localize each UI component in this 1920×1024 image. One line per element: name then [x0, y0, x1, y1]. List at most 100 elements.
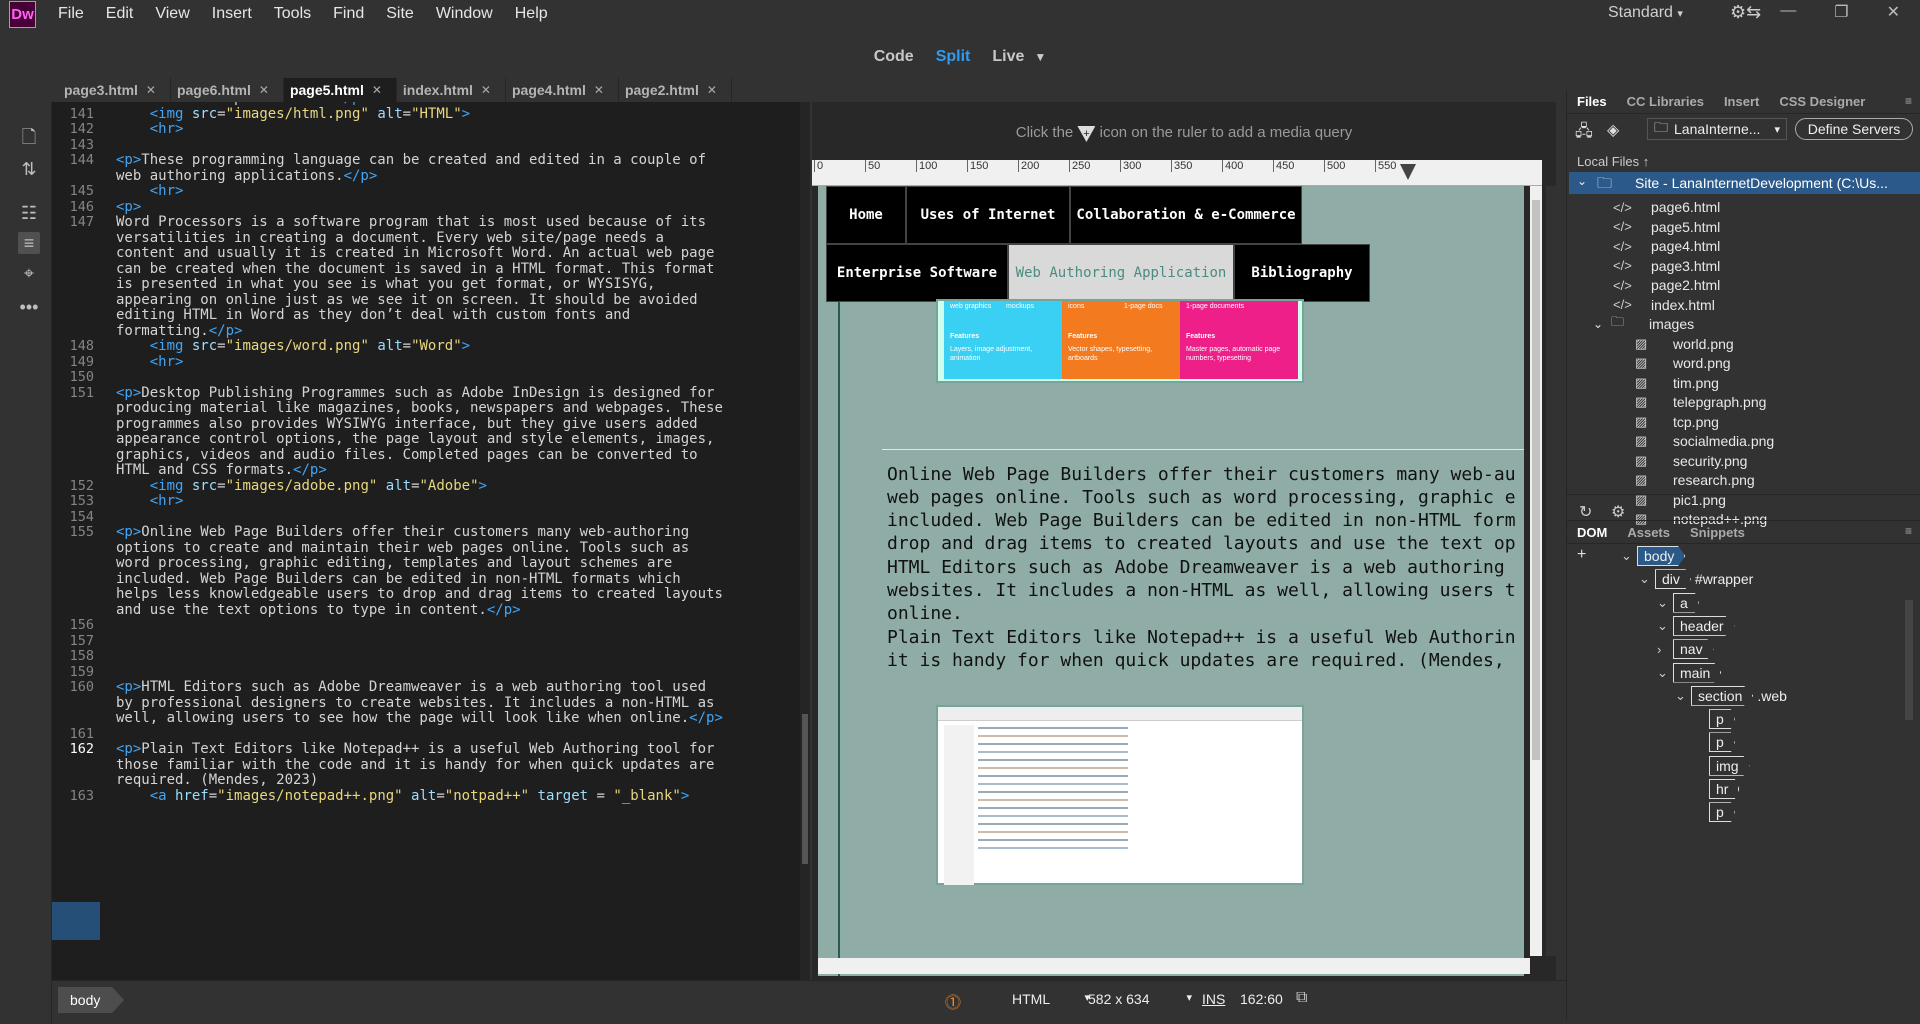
close-tab-icon[interactable]: ✕ [146, 83, 156, 97]
code-line[interactable]: Word Processors is a software program th… [116, 214, 706, 230]
local-files-header[interactable]: Local Files ↑ [1577, 154, 1649, 169]
more-tools-icon[interactable]: ••• [18, 296, 40, 318]
code-line[interactable]: <p> [116, 199, 141, 215]
code-format-icon[interactable]: ☷ [18, 202, 40, 224]
code-line[interactable]: producing material like magazines, books… [116, 400, 723, 416]
preview-icon[interactable]: ⧉ [1296, 989, 1307, 1007]
dom-node-main[interactable]: ⌄ main [1657, 662, 1722, 684]
wrap-icon[interactable]: ≡ [18, 232, 40, 254]
connect-server-icon[interactable]: 🖧 [1575, 120, 1593, 147]
refresh-icon[interactable]: ↻ [1579, 502, 1592, 522]
dom-node-body[interactable]: ⌄ body [1621, 545, 1686, 567]
tab-page3[interactable]: page3.html ✕ [58, 78, 171, 102]
code-line[interactable]: <hr> [116, 183, 184, 199]
code-line[interactable]: word processing, graphic editing, templa… [116, 555, 672, 571]
code-line[interactable]: <img src="images/html.png" alt="HTML"> [116, 106, 470, 122]
insert-mode[interactable]: INS [1202, 991, 1225, 1007]
code-line[interactable]: formatting.</p> [116, 323, 242, 339]
tab-index[interactable]: index.html ✕ [396, 78, 506, 102]
live-dropdown-icon[interactable]: ▼ [1034, 50, 1046, 64]
menu-site[interactable]: Site [386, 5, 414, 23]
close-tab-icon[interactable]: ✕ [259, 83, 269, 97]
tab-page5[interactable]: page5.html ✕ [283, 78, 397, 102]
code-line[interactable]: options to create and maintain their web… [116, 540, 689, 556]
code-line[interactable]: and use the text options to type in cont… [116, 602, 521, 618]
site-root-row[interactable]: ⌄ 🗀 Site - LanaInternetDevelopment (C:\U… [1569, 172, 1920, 194]
code-view-button[interactable]: Code [874, 48, 914, 66]
code-line[interactable]: appearance control options, the page lay… [116, 431, 714, 447]
panel-tab-snippets[interactable]: Snippets [1690, 525, 1745, 540]
close-tab-icon[interactable]: ✕ [707, 83, 717, 97]
dom-panel-menu-icon[interactable]: ≡ [1905, 524, 1912, 538]
dom-scrollbar[interactable] [1905, 600, 1913, 720]
design-scrollbar[interactable] [1530, 186, 1542, 956]
file-transfer-icon[interactable]: ⇅ [18, 158, 40, 180]
window-size-select[interactable]: 582 x 634 ▾ [1088, 991, 1192, 1007]
code-line[interactable]: appearing on online just as we see it on… [116, 292, 698, 308]
close-tab-icon[interactable]: ✕ [481, 83, 491, 97]
menu-view[interactable]: View [155, 5, 189, 23]
git-icon[interactable]: ◈ [1607, 120, 1619, 140]
code-line[interactable]: <img src="images/adobe.png" alt="Adobe"> [116, 478, 487, 494]
split-view-button[interactable]: Split [936, 48, 971, 66]
code-line[interactable]: <hr> [116, 354, 184, 370]
panel-tab-cc-libraries[interactable]: CC Libraries [1627, 94, 1704, 109]
code-line[interactable]: those familiar with the code and it is h… [116, 757, 714, 773]
nav-enterprise-software[interactable]: Enterprise Software [826, 244, 1008, 302]
code-line[interactable]: <p>These programming language can be cre… [116, 152, 706, 168]
menu-window[interactable]: Window [436, 5, 493, 23]
target-icon[interactable]: ⌖ [18, 262, 40, 284]
code-line[interactable]: programmes also provides WYSIWYG interfa… [116, 416, 698, 432]
minimize-icon[interactable]: — [1780, 2, 1796, 22]
menu-tools[interactable]: Tools [274, 5, 311, 23]
code-line[interactable]: HTML and CSS formats.</p> [116, 462, 327, 478]
code-line[interactable]: helps less knowledgeable users to drop a… [116, 586, 723, 602]
expand-icon[interactable]: ⌄ [1657, 665, 1673, 681]
code-line[interactable]: <p>HTML Editors such as Adobe Dreamweave… [116, 679, 706, 695]
dom-node-p[interactable]: p [1693, 708, 1735, 730]
tab-page6[interactable]: page6.html ✕ [170, 78, 284, 102]
dom-node-nav[interactable]: › nav [1657, 638, 1714, 660]
menu-file[interactable]: File [58, 5, 84, 23]
panel-tab-files[interactable]: Files [1577, 94, 1607, 109]
expand-icon[interactable]: ⌄ [1639, 571, 1655, 587]
nav-collaboration-e-commerce[interactable]: Collaboration & e-Commerce [1070, 186, 1302, 244]
code-scroll-thumb[interactable] [802, 714, 808, 864]
open-document-icon[interactable]: 🗋 [18, 126, 40, 148]
site-manage-icon[interactable]: ⚙ [1611, 502, 1625, 522]
expand-icon[interactable]: ⌄ [1657, 618, 1673, 634]
dom-node-p[interactable]: p [1693, 801, 1735, 823]
dom-node-header[interactable]: ⌄ header [1657, 615, 1735, 637]
tab-page4[interactable]: page4.html ✕ [505, 78, 619, 102]
expand-icon[interactable]: ⌄ [1675, 688, 1691, 704]
panel-tab-dom[interactable]: DOM [1577, 525, 1607, 540]
design-hscrollbar[interactable] [818, 958, 1530, 974]
dom-node-section[interactable]: ⌄ section .web [1675, 685, 1787, 707]
code-line[interactable]: <hr> [116, 493, 184, 509]
expand-icon[interactable]: ⌄ [1621, 548, 1637, 564]
dom-node-div[interactable]: ⌄ div #wrapper [1639, 568, 1753, 590]
code-line[interactable]: graphics, videos and audio files. Comple… [116, 447, 698, 463]
nav-web-authoring-application[interactable]: Web Authoring Application [1008, 244, 1234, 302]
code-line[interactable]: <a href="images/notepad++.png" alt="notp… [116, 788, 690, 804]
media-query-handle-icon[interactable] [1400, 164, 1416, 180]
code-line[interactable]: editing HTML in Word as they don’t deal … [116, 307, 630, 323]
nav-bibliography[interactable]: Bibliography [1234, 244, 1370, 302]
panel-tab-assets[interactable]: Assets [1627, 525, 1670, 540]
dom-node-hr[interactable]: hr [1693, 778, 1740, 800]
close-tab-icon[interactable]: ✕ [372, 83, 382, 97]
panel-tab-insert[interactable]: Insert [1724, 94, 1759, 109]
close-tab-icon[interactable]: ✕ [594, 83, 604, 97]
site-select[interactable]: 🗀 LanaInterne... ▾ [1647, 118, 1787, 140]
design-scroll-thumb[interactable] [1532, 200, 1540, 760]
sync-settings-icon[interactable]: ⚙⇆ [1730, 2, 1761, 23]
code-line[interactable]: content and usually it is created in Mic… [116, 245, 714, 261]
expand-icon[interactable]: ⌄ [1657, 595, 1673, 611]
dom-node-a[interactable]: ⌄ a [1657, 592, 1699, 614]
code-line[interactable]: <hr> [116, 121, 184, 137]
code-line[interactable]: <p>Plain Text Editors like Notepad++ is … [116, 741, 714, 757]
code-line[interactable]: well, allowing users to see how the page… [116, 710, 723, 726]
panel-tab-css-designer[interactable]: CSS Designer [1779, 94, 1865, 109]
code-line[interactable]: is presented in what you see is what you… [116, 276, 655, 292]
code-line[interactable]: can be created when the document is save… [116, 261, 714, 277]
